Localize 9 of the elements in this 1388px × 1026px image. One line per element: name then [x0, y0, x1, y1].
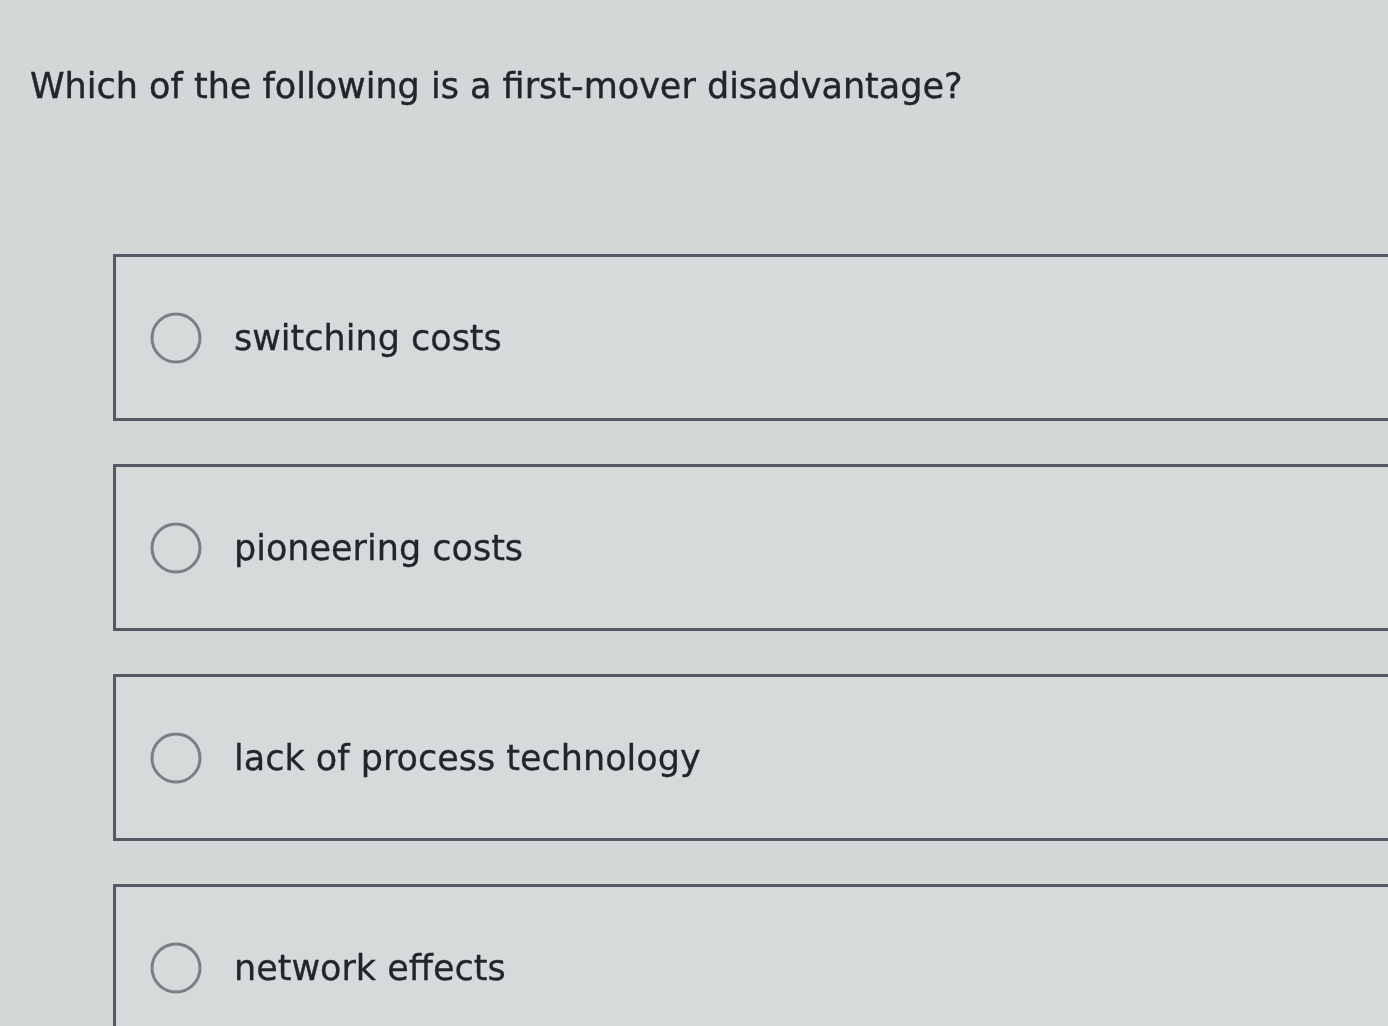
- radio-button[interactable]: [150, 311, 202, 364]
- option-label: network effects: [234, 946, 506, 990]
- question-text: Which of the following is a first-mover disadvantage?: [30, 65, 963, 108]
- option-label: lack of process technology: [234, 736, 701, 780]
- radio-button[interactable]: [150, 521, 202, 574]
- radio-button[interactable]: [150, 731, 202, 784]
- option-label: switching costs: [234, 316, 502, 360]
- radio-button[interactable]: [150, 941, 202, 994]
- option-label: pioneering costs: [234, 526, 524, 570]
